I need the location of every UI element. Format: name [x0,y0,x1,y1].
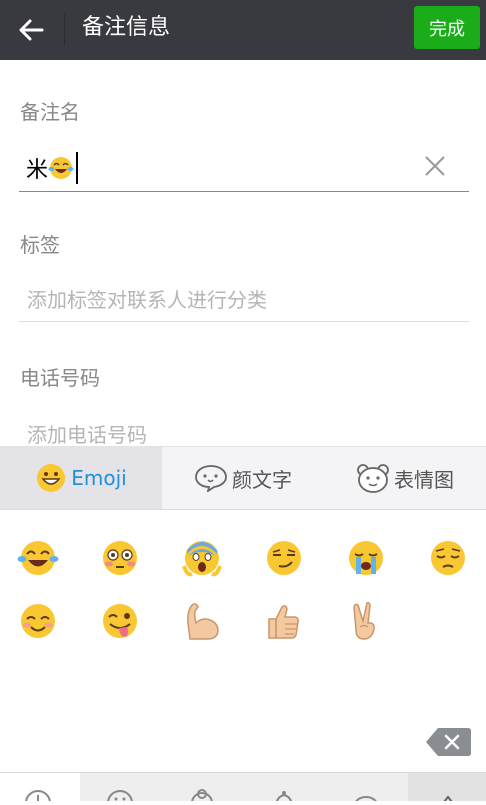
tags-underline [19,321,469,322]
tab-emoji[interactable]: Emoji [0,447,162,509]
remark-name-input[interactable]: 米 [26,152,78,184]
screaming-emoji[interactable] [180,536,224,580]
tags-input[interactable]: 添加标签对联系人进行分类 [27,284,267,313]
smiley-emoji-pack[interactable] [80,773,160,805]
send-emoji-pack[interactable] [408,773,486,805]
emoji-category-tabs: Emoji 颜文字 表情图 [0,446,486,510]
tags-label: 标签 [20,233,60,257]
tears-of-joy-emoji[interactable] [16,536,60,580]
app-bar: 备注信息 完成 [0,0,486,60]
page-title: 备注信息 [82,15,171,40]
flushed-emoji[interactable] [98,536,142,580]
car-icon [354,796,378,805]
tab-kaomoji-label: 颜文字 [232,467,292,492]
clock-icon [25,790,51,805]
pensive-emoji[interactable] [426,536,470,580]
tab-stickers[interactable]: 表情图 [324,447,486,509]
text-caret [76,152,78,184]
bear-face-icon [357,464,389,493]
clear-icon[interactable] [422,153,448,179]
emoji-pack-bar [0,772,486,805]
remark-label: 备注名 [20,100,80,124]
smiley-icon [37,464,66,492]
winking-tongue-emoji[interactable] [98,599,142,643]
bell-emoji-pack[interactable] [244,773,324,805]
flexed-biceps-emoji[interactable] [180,599,224,643]
thumbs-up-emoji[interactable] [262,599,306,643]
flower-icon [191,789,213,805]
recent-emoji-pack[interactable] [0,773,80,805]
tears-of-joy-emoji-icon [48,157,74,179]
tab-emoji-label: Emoji [71,466,127,490]
back-arrow-icon[interactable] [12,10,52,50]
victory-hand-emoji[interactable] [344,599,388,643]
phone-input[interactable]: 添加电话号码 [27,419,147,448]
tab-stickers-label: 表情图 [394,467,454,492]
done-button[interactable]: 完成 [414,6,480,49]
smiling-emoji[interactable] [16,599,60,643]
smiley-outline-icon [107,790,133,805]
car-emoji-pack[interactable] [326,773,406,805]
bell-icon [275,791,293,805]
speech-bubble-face-icon [195,465,227,492]
tab-kaomoji[interactable]: 颜文字 [162,447,324,509]
phone-label: 电话号码 [20,366,100,390]
backspace-icon[interactable] [424,726,472,758]
remark-name-text: 米 [26,158,49,183]
smirk-emoji[interactable] [262,536,306,580]
title-divider [64,14,65,46]
remark-underline [19,191,469,192]
crying-emoji[interactable] [344,536,388,580]
arrow-icon [440,795,456,805]
flower-emoji-pack[interactable] [162,773,242,805]
